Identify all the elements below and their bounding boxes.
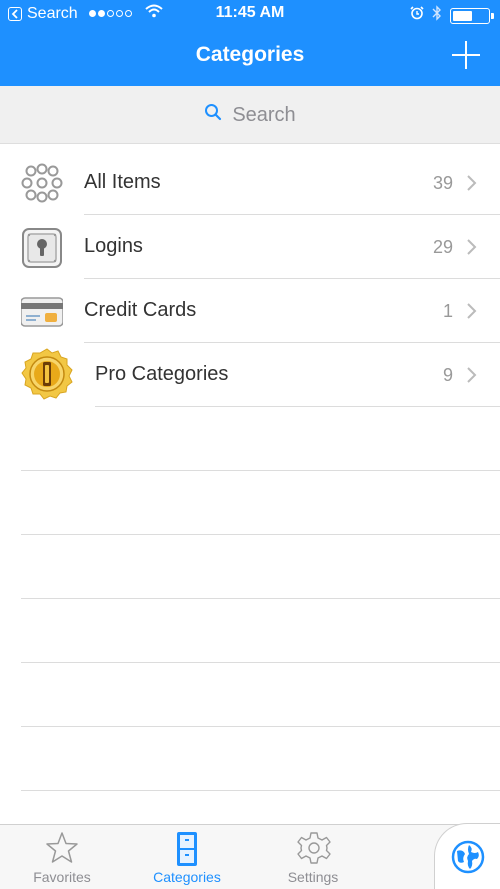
chevron-right-icon: [464, 301, 480, 321]
category-count: 1: [442, 301, 453, 321]
star-icon: [46, 831, 78, 867]
category-row-logins[interactable]: Logins 29: [0, 215, 500, 279]
bluetooth-icon: [432, 5, 442, 26]
category-row-all-items[interactable]: All Items 39: [0, 151, 500, 215]
login-icon: [21, 227, 63, 269]
add-button[interactable]: [452, 41, 480, 69]
empty-row: [21, 407, 500, 471]
tab-label: Categories: [153, 869, 221, 885]
chevron-right-icon: [464, 365, 480, 385]
pro-badge-icon: [20, 347, 74, 401]
search-bar[interactable]: Search: [0, 86, 500, 144]
category-row-credit-cards[interactable]: Credit Cards 1: [0, 279, 500, 343]
tab-settings[interactable]: Settings: [263, 831, 363, 885]
category-label: All Items: [84, 171, 161, 193]
tab-label: Settings: [287, 869, 339, 885]
empty-list-area: [0, 407, 500, 791]
nav-bar: Categories: [0, 28, 500, 86]
category-label: Pro Categories: [95, 363, 229, 385]
category-row-pro-categories[interactable]: Pro Categories 9: [0, 343, 500, 407]
status-right: [410, 5, 494, 26]
credit-card-icon: [20, 291, 64, 333]
battery-icon: [450, 7, 494, 24]
chevron-right-icon: [464, 237, 480, 257]
tab-label: Favorites: [33, 869, 91, 885]
tab-bar: Favorites Categories Settings: [0, 823, 500, 889]
globe-icon: [451, 840, 485, 879]
empty-row: [21, 663, 500, 727]
category-count: 29: [432, 237, 453, 257]
empty-row: [21, 535, 500, 599]
search-field[interactable]: Search: [0, 103, 500, 127]
empty-row: [21, 727, 500, 791]
chevron-right-icon: [464, 173, 480, 193]
all-items-icon: [21, 163, 63, 205]
search-placeholder: Search: [232, 103, 296, 126]
browser-button[interactable]: [434, 823, 500, 889]
status-bar: Search 11:45 AM: [0, 0, 500, 28]
empty-row: [21, 471, 500, 535]
page-title: Categories: [195, 43, 305, 66]
category-count: 9: [442, 365, 453, 385]
category-list: All Items 39 Logins 29 Credit Cards 1 Pr…: [0, 151, 500, 407]
gear-icon: [297, 831, 331, 867]
category-label: Logins: [84, 235, 143, 257]
empty-row: [21, 599, 500, 663]
cabinet-icon: [171, 831, 203, 867]
alarm-icon: [410, 6, 424, 25]
tab-categories[interactable]: Categories: [137, 831, 237, 885]
category-label: Credit Cards: [84, 299, 197, 321]
battery-fill: [453, 10, 472, 21]
tab-favorites[interactable]: Favorites: [12, 831, 112, 885]
search-icon: [204, 103, 222, 127]
category-count: 39: [432, 173, 453, 193]
